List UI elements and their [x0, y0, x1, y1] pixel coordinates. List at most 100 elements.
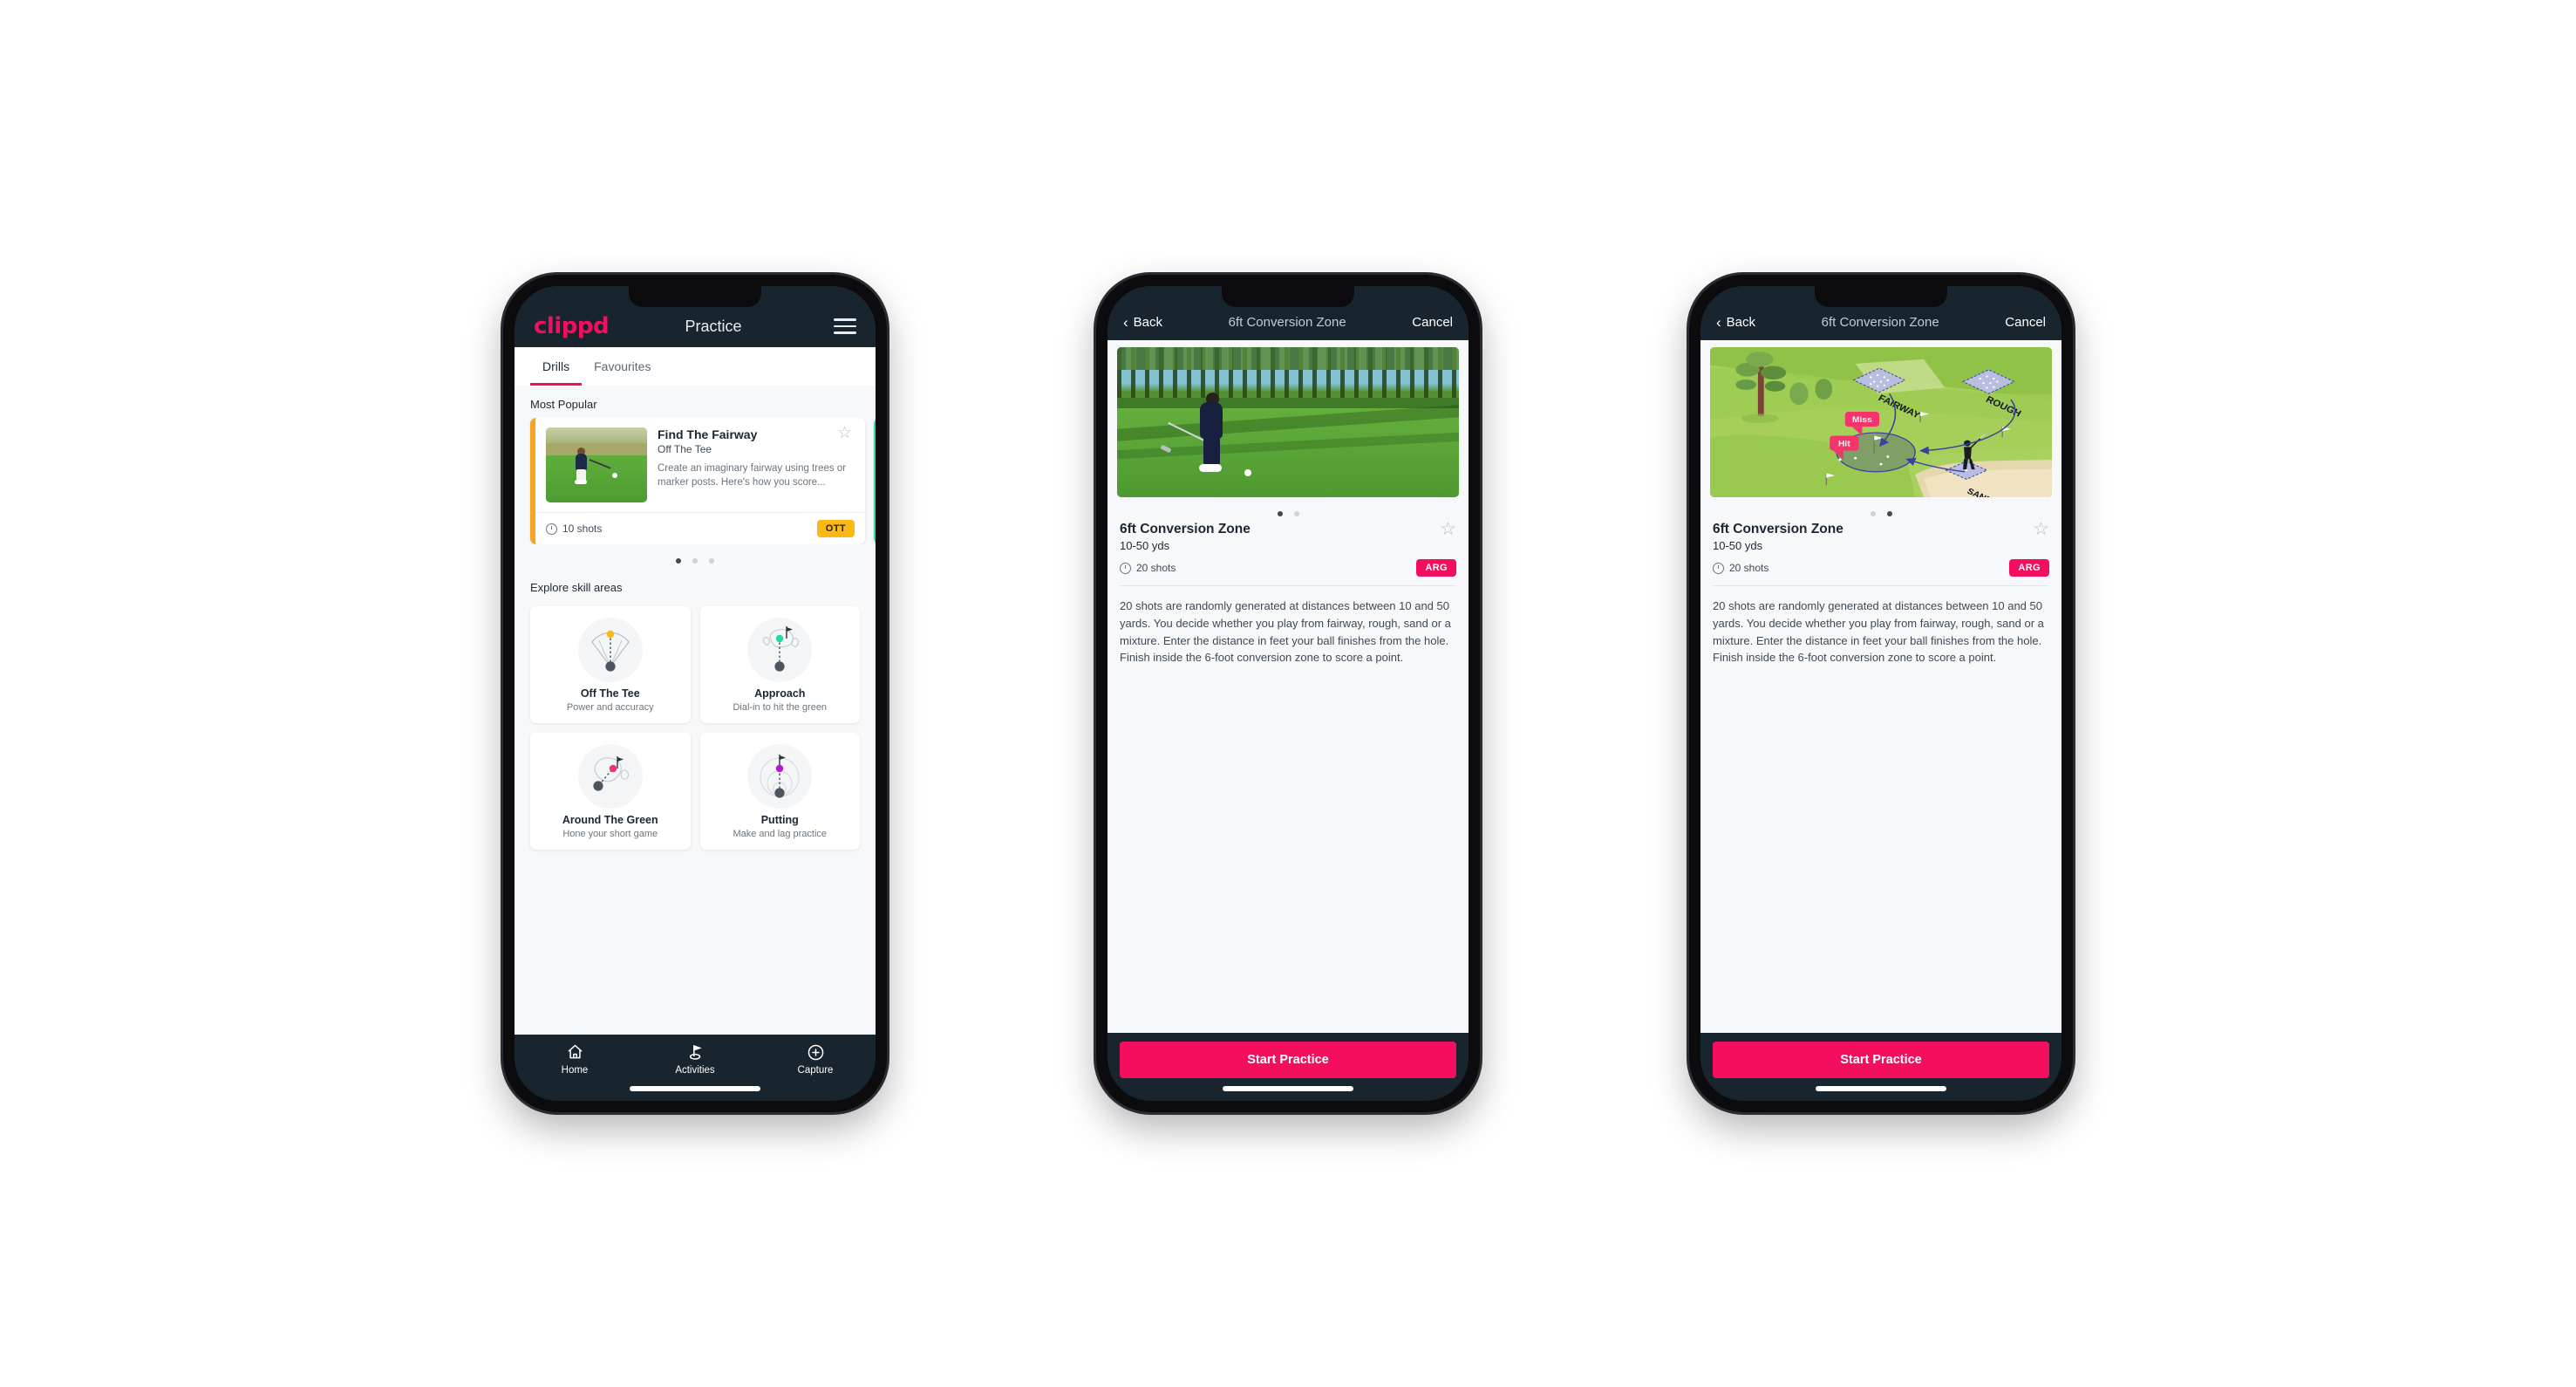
practice-scroll-area[interactable]: Most Popular ☆ Find The Fairway Off The …	[515, 386, 876, 1035]
back-label: Back	[1726, 314, 1756, 330]
skill-card-putting[interactable]: Putting Make and lag practice	[699, 733, 860, 850]
drill-shots: 20 shots	[1713, 562, 1768, 574]
svg-text:Hit: Hit	[1838, 440, 1851, 448]
phone-notch	[1222, 286, 1354, 307]
star-outline-icon[interactable]: ☆	[837, 425, 855, 443]
tee-shot-cone-icon	[577, 618, 643, 682]
nav-label: Capture	[797, 1065, 834, 1076]
nav-item-home[interactable]: Home	[535, 1042, 614, 1076]
nav-item-activities[interactable]: Activities	[656, 1042, 734, 1076]
skill-desc: Dial-in to hit the green	[733, 702, 828, 713]
most-popular-heading: Most Popular	[530, 398, 597, 411]
pager-dot-1[interactable]	[1870, 511, 1876, 516]
home-indicator	[630, 1086, 760, 1091]
explore-skill-areas-heading: Explore skill areas	[530, 581, 623, 594]
media-pager[interactable]	[1107, 497, 1469, 522]
skill-badge-arg: ARG	[2009, 559, 2049, 577]
nav-item-capture[interactable]: Capture	[776, 1042, 855, 1076]
skill-card-around-the-green[interactable]: Around The Green Hone your short game	[530, 733, 691, 850]
drill-description: Create an imaginary fairway using trees …	[658, 463, 847, 489]
tab-favourites[interactable]: Favourites	[582, 347, 663, 386]
skill-desc: Make and lag practice	[733, 829, 828, 839]
home-icon	[566, 1042, 584, 1062]
drill-thumbnail	[546, 427, 647, 502]
clock-icon	[1713, 562, 1724, 574]
drill-title: Find The Fairway	[658, 427, 758, 441]
clock-icon	[546, 523, 557, 535]
skill-desc: Power and accuracy	[566, 702, 654, 713]
drill-title: 6ft Conversion Zone	[1120, 522, 1251, 536]
pager-dot-1[interactable]	[676, 558, 681, 564]
golf-flag-icon	[686, 1042, 705, 1062]
media-pager[interactable]	[1700, 497, 2061, 522]
skill-name: Off The Tee	[580, 687, 640, 700]
pager-dot-2[interactable]	[1886, 511, 1892, 516]
star-outline-icon[interactable]: ☆	[1440, 520, 1456, 538]
drill-media-illustration[interactable]: FAIRWAY ROUGH SAND Miss Hit	[1710, 347, 2052, 497]
cancel-button[interactable]: Cancel	[1412, 315, 1453, 330]
back-button[interactable]: ‹ Back	[1123, 315, 1162, 330]
drill-distance: 10-50 yds	[1713, 539, 1763, 552]
pager-dot-1[interactable]	[1277, 511, 1283, 516]
clock-icon	[1120, 562, 1131, 574]
drill-carousel[interactable]: ☆ Find The Fairway Off The Tee Create an…	[515, 418, 876, 544]
back-label: Back	[1133, 314, 1163, 330]
drill-media-photo[interactable]	[1117, 347, 1459, 497]
phone-drill-detail-illustration: ‹ Back 6ft Conversion Zone Cancel FAIRWA…	[1689, 275, 2073, 1112]
drill-description: 20 shots are randomly generated at dista…	[1120, 599, 1451, 665]
plus-circle-icon	[807, 1042, 825, 1062]
approach-green-icon	[747, 618, 813, 682]
page-title: Practice	[685, 317, 742, 335]
phone-notch	[629, 286, 761, 307]
cancel-button[interactable]: Cancel	[2005, 315, 2046, 330]
pager-dot-2[interactable]	[1293, 511, 1299, 516]
phone-practice: clippd Practice Drills Favourites Most P…	[503, 275, 887, 1112]
drill-shots-label: 10 shots	[562, 523, 603, 535]
skill-name: Approach	[754, 687, 806, 700]
tab-bar: Drills Favourites	[515, 347, 876, 386]
drill-shots-label: 20 shots	[1729, 562, 1769, 574]
detail-body: 6ft Conversion Zone 10-50 yds ☆ 20 shots…	[1107, 340, 1469, 1033]
nav-label: Activities	[675, 1065, 715, 1076]
pager-dot-3[interactable]	[709, 558, 714, 564]
carousel-pager[interactable]	[515, 544, 876, 569]
drill-header: 6ft Conversion Zone 10-50 yds ☆ 20 shots…	[1700, 520, 2061, 577]
skill-card-off-the-tee[interactable]: Off The Tee Power and accuracy	[530, 606, 691, 723]
home-indicator	[1816, 1086, 1946, 1091]
screenshot-stage: clippd Practice Drills Favourites Most P…	[0, 0, 2576, 1387]
nav-label: Home	[561, 1065, 589, 1076]
skill-name: Putting	[760, 814, 799, 826]
skill-card-approach[interactable]: Approach Dial-in to hit the green	[699, 606, 860, 723]
skill-badge-arg: ARG	[1416, 559, 1456, 577]
drill-header: 6ft Conversion Zone 10-50 yds ☆ 20 shots…	[1107, 520, 1469, 577]
detail-title: 6ft Conversion Zone	[1821, 314, 1939, 330]
drill-shots: 10 shots	[546, 523, 602, 535]
home-indicator	[1223, 1086, 1353, 1091]
hamburger-menu-icon[interactable]	[834, 318, 856, 334]
back-button[interactable]: ‹ Back	[1716, 315, 1755, 330]
drill-shots-label: 20 shots	[1136, 562, 1176, 574]
around-the-green-icon	[577, 744, 643, 809]
detail-body: FAIRWAY ROUGH SAND Miss Hit 6ft Conversi…	[1700, 340, 2061, 1033]
skill-areas-grid: Off The Tee Power and accuracy Approach …	[515, 601, 876, 850]
drill-description: 20 shots are randomly generated at dista…	[1713, 599, 2044, 665]
svg-text:Miss: Miss	[1852, 416, 1872, 425]
pager-dot-2[interactable]	[692, 558, 698, 564]
phone-notch	[1815, 286, 1947, 307]
skill-badge-ott: OTT	[816, 520, 855, 537]
drill-subtitle: Off The Tee	[658, 443, 712, 455]
drill-card-next-peek[interactable]	[874, 418, 876, 544]
skill-name: Around The Green	[562, 814, 658, 826]
start-practice-button[interactable]: Start Practice	[1120, 1042, 1456, 1078]
tab-drills[interactable]: Drills	[530, 347, 583, 386]
chevron-left-icon: ‹	[1123, 313, 1128, 331]
detail-title: 6ft Conversion Zone	[1228, 314, 1346, 330]
phone-drill-detail-photo: ‹ Back 6ft Conversion Zone Cancel 6ft Co…	[1096, 275, 1480, 1112]
drill-title: 6ft Conversion Zone	[1713, 522, 1843, 536]
drill-distance: 10-50 yds	[1120, 539, 1170, 552]
star-outline-icon[interactable]: ☆	[2033, 520, 2049, 538]
start-practice-button[interactable]: Start Practice	[1713, 1042, 2049, 1078]
drill-card-find-the-fairway[interactable]: ☆ Find The Fairway Off The Tee Create an…	[530, 418, 865, 544]
skill-desc: Hone your short game	[562, 829, 658, 839]
chevron-left-icon: ‹	[1716, 313, 1721, 331]
